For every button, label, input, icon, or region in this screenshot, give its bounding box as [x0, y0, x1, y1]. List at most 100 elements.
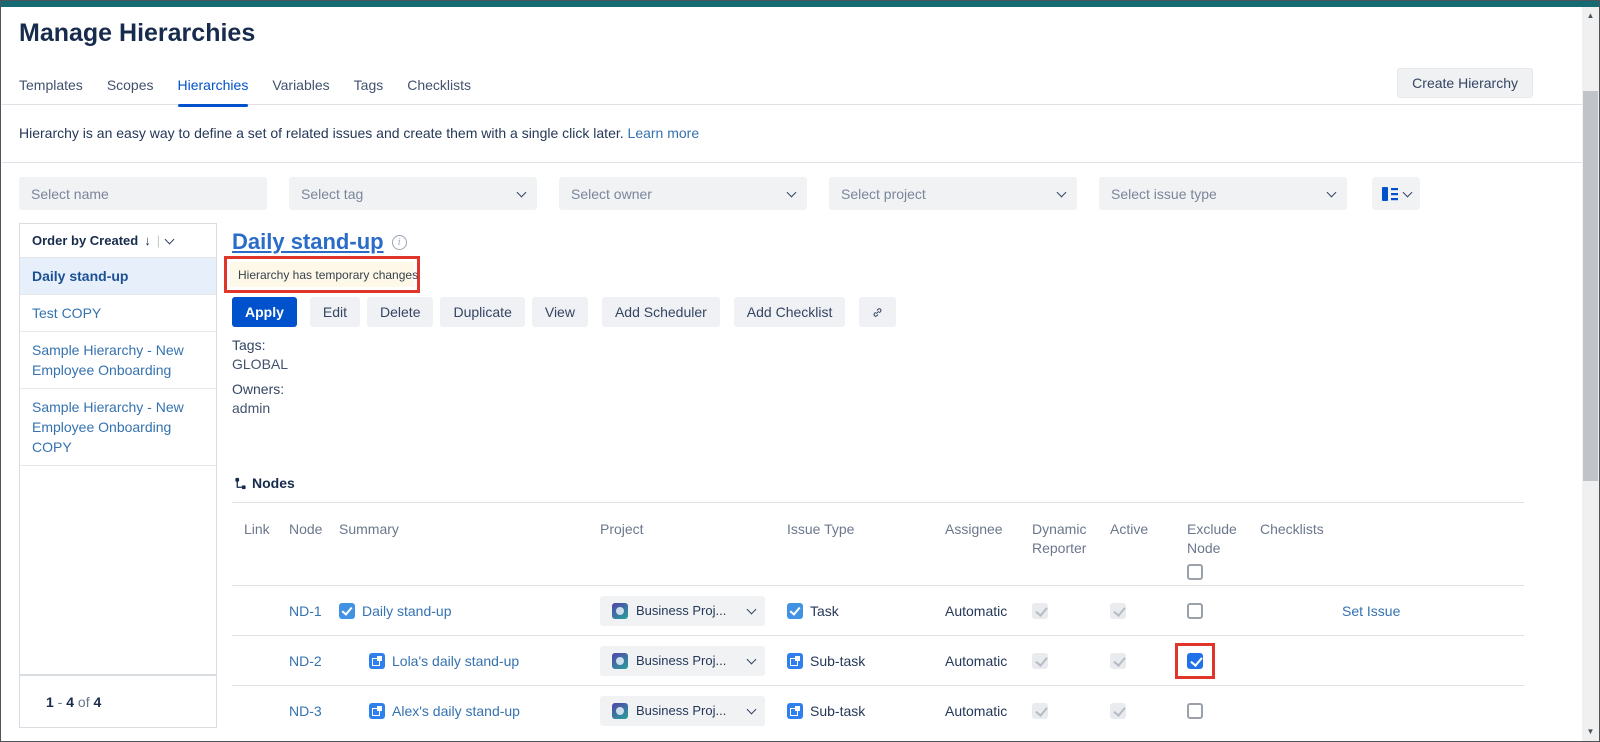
view-button[interactable]: View: [532, 297, 588, 327]
hierarchy-detail-panel: Daily stand-up i Hierarchy has temporary…: [232, 7, 1532, 740]
issue-type-cell: Sub-task: [787, 653, 945, 669]
exclude-node-checkbox[interactable]: [1187, 653, 1203, 669]
task-type-icon: [339, 603, 355, 619]
delete-button[interactable]: Delete: [367, 297, 433, 327]
table-row: ND-2 Lola's daily stand-up Business Proj…: [232, 635, 1524, 685]
page-to: 4: [66, 694, 74, 710]
hierarchy-meta: Tags: GLOBAL Owners: admin: [232, 337, 288, 425]
nodes-table-body: ND-1 Daily stand-up Business Proj...: [232, 585, 1524, 735]
tab-scopes[interactable]: Scopes: [107, 77, 154, 107]
sort-descending-icon: ↓: [144, 233, 151, 248]
hierarchy-list-item[interactable]: Test COPY: [20, 295, 216, 332]
hierarchy-list-item[interactable]: Daily stand-up: [20, 258, 216, 295]
hierarchy-list-item[interactable]: Sample Hierarchy - New Employee Onboardi…: [20, 389, 216, 466]
name-filter-input[interactable]: [19, 177, 267, 210]
project-avatar-icon: [612, 653, 628, 669]
project-avatar-icon: [612, 603, 628, 619]
link-icon: [872, 304, 883, 321]
tags-value: GLOBAL: [232, 356, 288, 372]
temporary-changes-tooltip: Hierarchy has temporary changes: [230, 262, 414, 287]
page-total: 4: [94, 694, 102, 710]
set-issue-link[interactable]: Set Issue: [1260, 603, 1524, 619]
chevron-down-icon: [747, 654, 757, 664]
tab-checklists[interactable]: Checklists: [407, 77, 471, 107]
exclude-node-checkbox[interactable]: [1187, 703, 1203, 719]
node-key[interactable]: ND-1: [289, 603, 339, 619]
issue-type-cell: Sub-task: [787, 703, 945, 719]
tab-hierarchies[interactable]: Hierarchies: [178, 77, 249, 107]
vertical-scrollbar[interactable]: ▲ ▼: [1582, 7, 1599, 741]
active-cell: [1110, 603, 1187, 619]
active-checkbox: [1110, 653, 1126, 669]
node-key[interactable]: ND-3: [289, 703, 339, 719]
select-all-exclude-checkbox[interactable]: [1187, 564, 1203, 580]
chevron-down-icon: [165, 234, 175, 244]
page-title: Manage Hierarchies: [19, 19, 255, 48]
annotation-box-tooltip: Hierarchy has temporary changes: [224, 256, 420, 293]
assignee-cell: Automatic: [945, 653, 1032, 669]
add-checklist-button[interactable]: Add Checklist: [734, 297, 846, 327]
apply-button[interactable]: Apply: [232, 297, 297, 327]
tags-label: Tags:: [232, 337, 288, 353]
add-scheduler-button[interactable]: Add Scheduler: [602, 297, 720, 327]
node-summary-link[interactable]: Alex's daily stand-up: [392, 703, 520, 719]
duplicate-button[interactable]: Duplicate: [440, 297, 524, 327]
project-name: Business Proj...: [636, 603, 740, 618]
scroll-down-button[interactable]: ▼: [1582, 723, 1599, 740]
order-by-label: Order by Created: [32, 233, 138, 248]
scrollbar-thumb[interactable]: [1583, 91, 1598, 481]
tab-tags[interactable]: Tags: [354, 77, 384, 107]
nodes-table-header: Link Node Summary Project Issue Type Ass…: [232, 512, 1524, 580]
exclude-node-checkbox[interactable]: [1187, 603, 1203, 619]
hierarchy-list-item[interactable]: Sample Hierarchy - New Employee Onboardi…: [20, 332, 216, 389]
node-summary-link[interactable]: Lola's daily stand-up: [392, 653, 519, 669]
issue-type-cell: Task: [787, 603, 945, 619]
project-select[interactable]: Business Proj...: [600, 696, 765, 726]
project-name: Business Proj...: [636, 703, 740, 718]
pagination-of-label: of: [74, 694, 93, 710]
exclude-node-label: Exclude Node: [1187, 521, 1237, 556]
active-cell: [1110, 703, 1187, 719]
assignee-cell: Automatic: [945, 603, 1032, 619]
scroll-up-button[interactable]: ▲: [1582, 7, 1599, 24]
copy-link-button[interactable]: [859, 297, 896, 327]
subtask-type-icon: [787, 653, 803, 669]
hierarchy-title-link[interactable]: Daily stand-up: [232, 229, 384, 255]
node-summary-link[interactable]: Daily stand-up: [362, 603, 452, 619]
project-select[interactable]: Business Proj...: [600, 646, 765, 676]
tab-templates[interactable]: Templates: [19, 77, 83, 107]
table-row: ND-3 Alex's daily stand-up Business Proj…: [232, 685, 1524, 735]
window-top-accent: [1, 1, 1599, 7]
col-summary: Summary: [339, 512, 600, 580]
issue-type-label: Sub-task: [810, 653, 865, 669]
project-name: Business Proj...: [636, 653, 740, 668]
separator: |: [157, 233, 160, 248]
col-dynamic-reporter: Dynamic Reporter: [1032, 512, 1110, 580]
subtask-type-icon: [369, 703, 385, 719]
project-cell: Business Proj...: [600, 646, 787, 676]
chevron-down-icon: [747, 704, 757, 714]
exclude-cell: [1187, 643, 1260, 679]
tab-bar: Templates Scopes Hierarchies Variables T…: [19, 77, 471, 107]
col-link: Link: [244, 512, 289, 580]
task-type-icon: [787, 603, 803, 619]
exclude-cell: [1187, 603, 1260, 619]
chevron-down-icon: [747, 604, 757, 614]
project-select[interactable]: Business Proj...: [600, 596, 765, 626]
info-icon[interactable]: i: [392, 235, 407, 250]
owners-label: Owners:: [232, 381, 288, 397]
owners-value: admin: [232, 400, 288, 416]
node-key[interactable]: ND-2: [289, 653, 339, 669]
nodes-title-text: Nodes: [252, 475, 295, 491]
subtask-type-icon: [369, 653, 385, 669]
tab-variables[interactable]: Variables: [272, 77, 329, 107]
col-checklists: Checklists: [1260, 512, 1524, 580]
project-cell: Business Proj...: [600, 696, 787, 726]
order-by-control[interactable]: Order by Created ↓ |: [20, 224, 216, 258]
col-project: Project: [600, 512, 787, 580]
page-from: 1: [46, 694, 54, 710]
edit-button[interactable]: Edit: [310, 297, 360, 327]
active-checkbox: [1110, 703, 1126, 719]
issue-type-label: Sub-task: [810, 703, 865, 719]
project-avatar-icon: [612, 703, 628, 719]
